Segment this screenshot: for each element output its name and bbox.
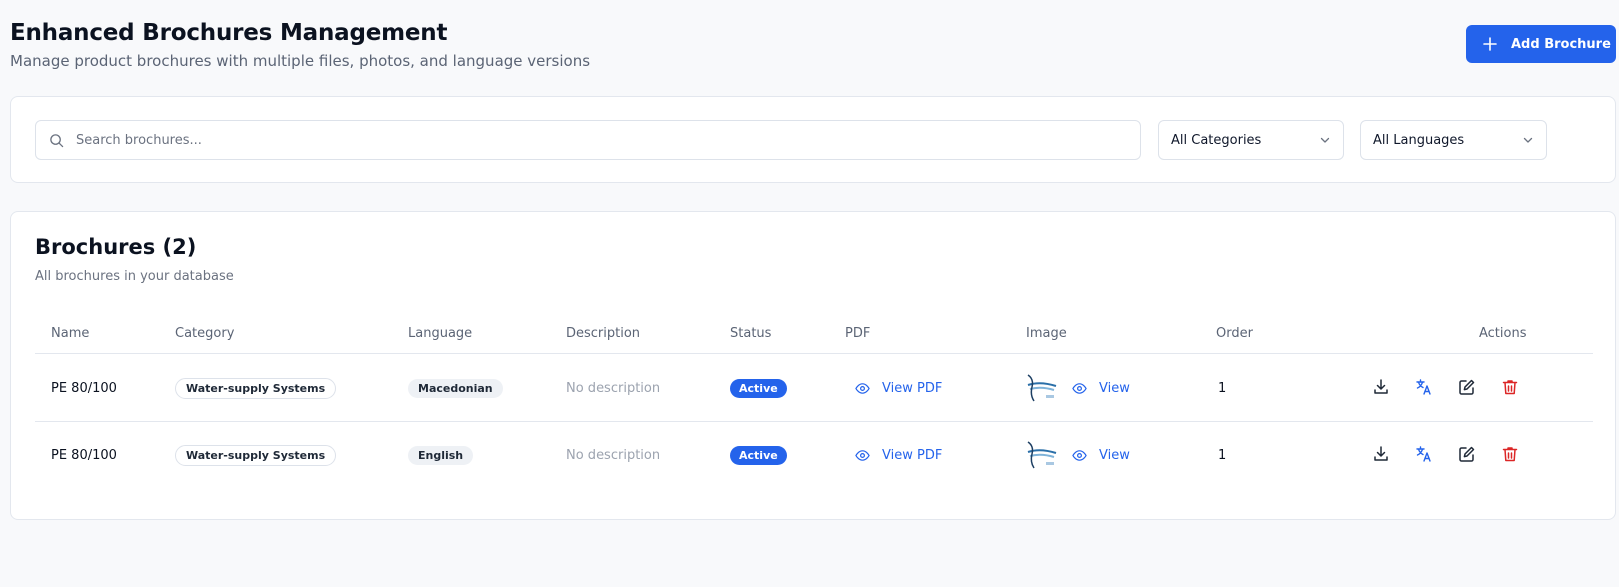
- brochures-list-card: Brochures (2) All brochures in your data…: [10, 211, 1616, 520]
- eye-icon: [855, 449, 870, 461]
- column-header-image[interactable]: Image: [1026, 326, 1067, 341]
- delete-button[interactable]: [1501, 445, 1519, 463]
- view-image-label: View: [1099, 380, 1130, 396]
- translate-icon: [1416, 446, 1431, 462]
- category-select[interactable]: All Categories: [1158, 120, 1344, 160]
- view-image-label: View: [1099, 447, 1130, 463]
- add-brochure-button[interactable]: Add Brochure: [1466, 25, 1616, 63]
- download-icon: [1374, 379, 1388, 394]
- edit-button[interactable]: [1458, 378, 1476, 396]
- list-title: Brochures (2): [35, 235, 197, 259]
- column-header-actions: Actions: [1479, 326, 1527, 341]
- description: No description: [566, 447, 661, 463]
- page-header: Enhanced Brochures Management Manage pro…: [10, 18, 1619, 78]
- column-header-pdf[interactable]: PDF: [845, 326, 870, 341]
- delete-button[interactable]: [1501, 378, 1519, 396]
- language-badge: Macedonian: [408, 378, 503, 398]
- trash-icon: [1502, 447, 1518, 462]
- search-icon: [50, 133, 64, 147]
- category-badge: Water-supply Systems: [175, 444, 337, 466]
- column-header-order[interactable]: Order: [1216, 326, 1253, 341]
- column-header-category[interactable]: Category: [175, 326, 234, 341]
- trash-icon: [1502, 380, 1518, 395]
- download-button[interactable]: [1372, 378, 1390, 396]
- view-pdf-link[interactable]: View PDF: [855, 448, 942, 463]
- search-box: [35, 120, 1141, 160]
- edit-icon: [1459, 446, 1475, 462]
- eye-icon: [1072, 382, 1087, 394]
- brochure-thumbnail[interactable]: [1026, 438, 1058, 472]
- thumbnail-image: [1026, 371, 1058, 405]
- column-header-status[interactable]: Status: [730, 326, 771, 341]
- eye-icon: [1072, 449, 1087, 461]
- chevron-down-icon: [1523, 137, 1533, 143]
- page-subtitle: Manage product brochures with multiple f…: [10, 52, 591, 70]
- page-title: Enhanced Brochures Management: [10, 20, 448, 46]
- plus-icon: [1483, 37, 1497, 51]
- translate-button[interactable]: [1415, 445, 1433, 463]
- column-header-language[interactable]: Language: [408, 326, 472, 341]
- table-row[interactable]: PE 80/100 Water-supply Systems English N…: [11, 421, 1615, 489]
- view-image-link[interactable]: View: [1072, 381, 1130, 396]
- column-header-description[interactable]: Description: [566, 326, 640, 341]
- category-badge: Water-supply Systems: [175, 377, 337, 399]
- view-image-link[interactable]: View: [1072, 448, 1130, 463]
- add-brochure-label: Add Brochure: [1511, 36, 1611, 52]
- language-select[interactable]: All Languages: [1360, 120, 1547, 160]
- list-subtitle: All brochures in your database: [35, 269, 234, 284]
- brochure-name: PE 80/100: [51, 447, 117, 463]
- status-badge: Active: [730, 445, 787, 465]
- search-input[interactable]: [76, 132, 1140, 148]
- language-select-value: All Languages: [1373, 132, 1465, 148]
- edit-icon: [1459, 379, 1475, 395]
- language-badge: English: [408, 445, 474, 465]
- brochure-name: PE 80/100: [51, 380, 117, 396]
- column-header-name[interactable]: Name: [51, 326, 89, 341]
- edit-button[interactable]: [1458, 445, 1476, 463]
- view-pdf-link[interactable]: View PDF: [855, 381, 942, 396]
- translate-button[interactable]: [1415, 378, 1433, 396]
- download-button[interactable]: [1372, 445, 1390, 463]
- description: No description: [566, 380, 661, 396]
- table-row[interactable]: PE 80/100 Water-supply Systems Macedonia…: [11, 354, 1615, 422]
- filter-card: All Categories All Languages: [10, 96, 1616, 183]
- chevron-down-icon: [1320, 137, 1330, 143]
- eye-icon: [855, 382, 870, 394]
- view-pdf-label: View PDF: [882, 380, 943, 396]
- category-select-value: All Categories: [1171, 132, 1262, 148]
- order-value: 1: [1218, 380, 1227, 396]
- translate-icon: [1416, 379, 1431, 395]
- status-badge: Active: [730, 378, 787, 398]
- thumbnail-image: [1026, 438, 1058, 472]
- order-value: 1: [1218, 447, 1227, 463]
- brochure-thumbnail[interactable]: [1026, 371, 1058, 405]
- download-icon: [1374, 446, 1388, 461]
- view-pdf-label: View PDF: [882, 447, 943, 463]
